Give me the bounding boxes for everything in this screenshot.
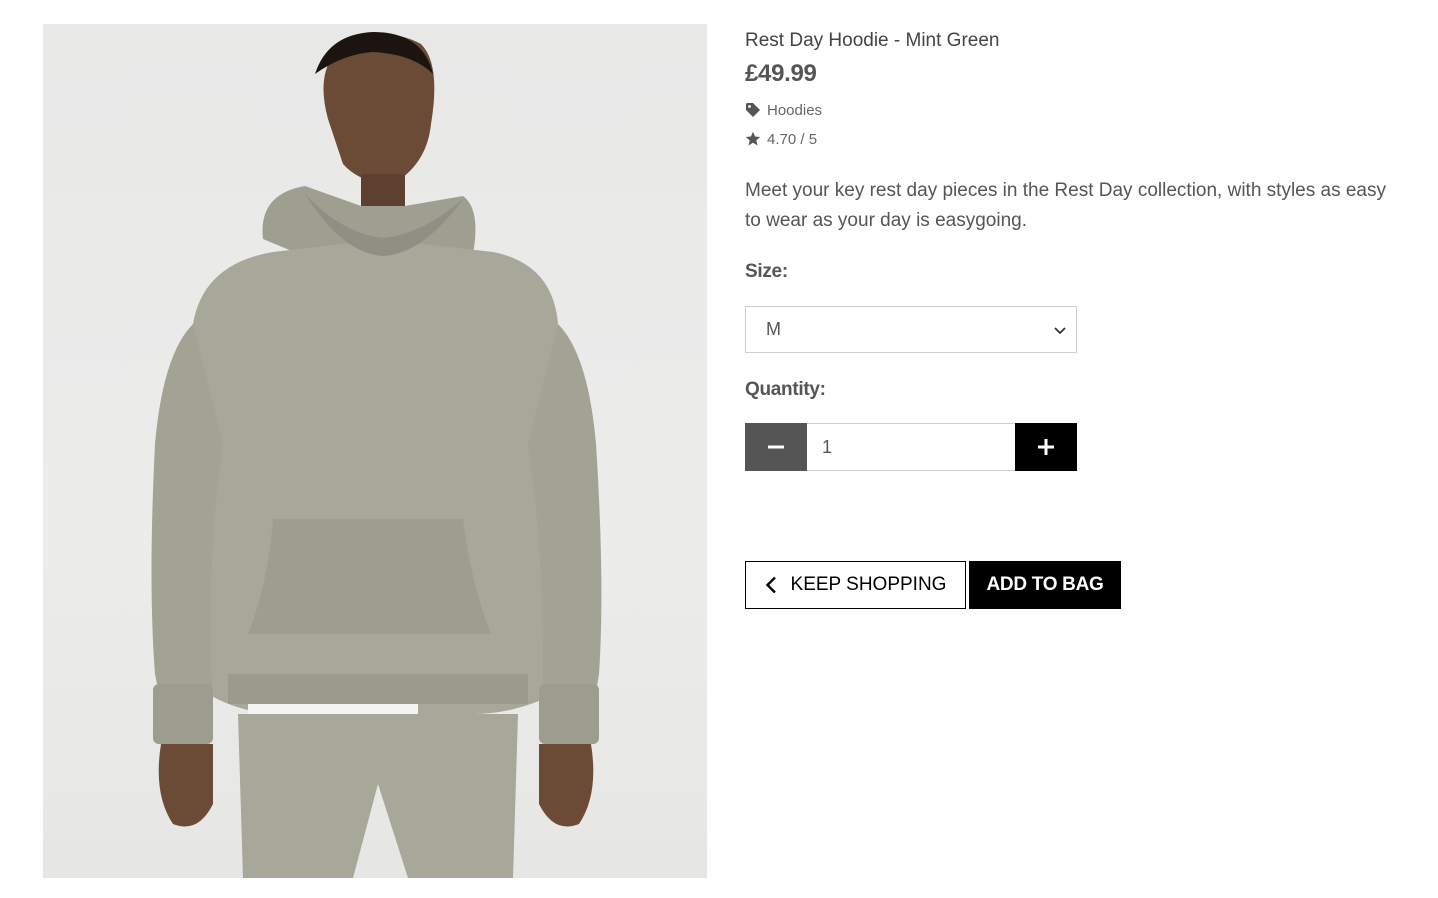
product-name: Rest Day Hoodie - Mint Green — [745, 30, 1000, 51]
product-price: £49.99 — [745, 60, 817, 87]
quantity-input[interactable]: 1 — [807, 423, 1015, 471]
size-label: Size: — [745, 261, 788, 282]
size-select[interactable]: M — [745, 306, 1077, 353]
keep-shopping-label: KEEP SHOPPING — [790, 574, 947, 595]
chevron-left-icon — [765, 576, 777, 594]
add-to-bag-button[interactable]: ADD TO BAG — [969, 561, 1121, 609]
product-details: Rest Day Hoodie - Mint Green £49.99 Hood… — [745, 24, 1405, 609]
product-rating: 4.70 / 5 — [745, 128, 1405, 150]
star-icon — [745, 131, 761, 147]
keep-shopping-button[interactable]: KEEP SHOPPING — [745, 561, 966, 609]
product-actions: KEEP SHOPPING ADD TO BAG — [745, 561, 1405, 609]
minus-icon — [768, 445, 784, 449]
increment-quantity-button[interactable] — [1015, 423, 1077, 471]
product-description: Meet your key rest day pieces in the Res… — [745, 180, 1386, 231]
tag-icon — [745, 102, 761, 118]
quantity-label: Quantity: — [745, 379, 826, 400]
rating-value: 4.70 / 5 — [767, 130, 818, 148]
size-selected-value: M — [766, 319, 781, 339]
product-image — [43, 24, 707, 878]
product-category[interactable]: Hoodies — [745, 99, 1405, 121]
quantity-value: 1 — [822, 436, 833, 457]
plus-icon — [1038, 439, 1054, 455]
quantity-stepper: 1 — [745, 423, 1077, 471]
chevron-down-icon — [1054, 319, 1066, 340]
hoodie-model-illustration — [151, 32, 602, 878]
add-to-bag-label: ADD TO BAG — [986, 574, 1104, 595]
decrement-quantity-button[interactable] — [745, 423, 807, 471]
category-label: Hoodies — [767, 101, 823, 119]
